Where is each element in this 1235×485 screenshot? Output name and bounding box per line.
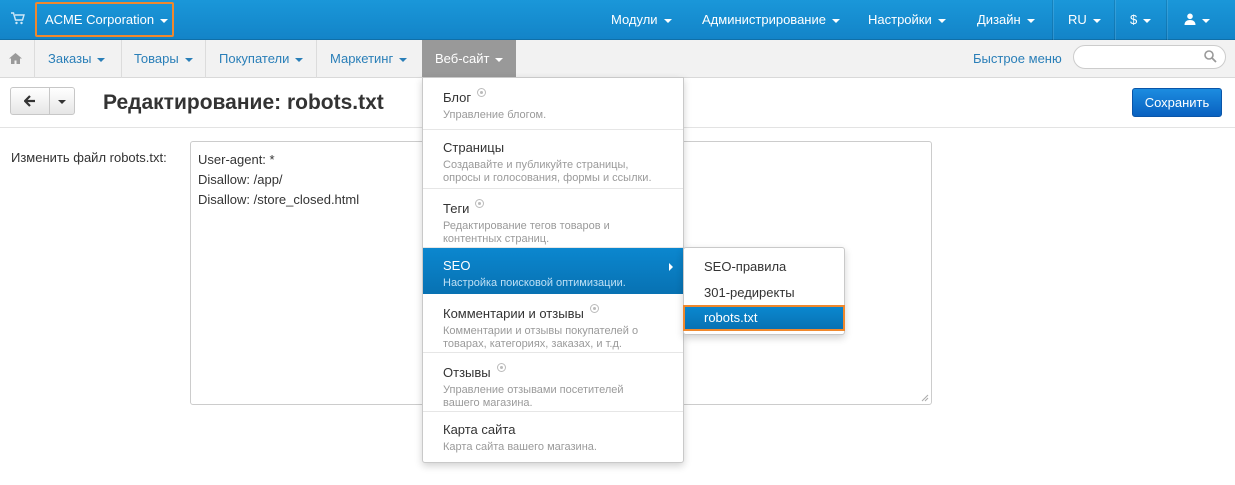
menu-item-title: Блог [443,90,472,105]
addon-icon [475,199,485,208]
chevron-down-icon [937,18,946,23]
chevron-down-icon [663,18,672,23]
menu-item-desc: Управление блогом. [443,109,547,121]
search-input[interactable] [1073,45,1226,69]
tab-products[interactable]: Товары [134,40,193,78]
chevron-down-icon [58,100,66,104]
chevron-down-icon [495,57,504,62]
menu-item-pages[interactable]: Страницы Создавайте и публикуйте страниц… [423,130,683,189]
nav-settings[interactable]: Настройки [868,0,946,40]
tab-website-label: Веб-сайт [435,51,490,66]
menu-item-title: Комментарии и отзывы [443,306,584,321]
home-icon[interactable] [9,53,22,64]
search-icon [1204,50,1217,63]
cart-icon[interactable] [11,12,25,25]
secondary-nav: Заказы Товары Покупатели Маркетинг Веб-с… [0,40,1235,78]
chevron-down-icon [160,18,169,23]
menu-item-title: Теги [443,201,470,216]
currency-selector[interactable]: $ [1130,0,1152,40]
submenu-item-robots[interactable]: robots.txt [683,305,845,331]
save-button[interactable]: Сохранить [1132,88,1222,117]
website-dropdown-menu: Блог Управление блогом. Страницы Создава… [422,77,684,463]
submenu-item-seo-rules[interactable]: SEO-правила [684,254,844,280]
tab-orders-label: Заказы [48,51,92,66]
chevron-down-icon [97,57,106,62]
menu-item-seo[interactable]: SEO Настройка поисковой оптимизации. [423,248,683,294]
tab-marketing-label: Маркетинг [330,51,394,66]
chevron-down-icon [1143,18,1152,23]
chevron-right-icon [669,263,673,271]
tab-customers-label: Покупатели [219,51,290,66]
user-icon [1184,13,1196,25]
back-dropdown-button[interactable] [49,87,75,115]
user-menu[interactable] [1184,0,1210,40]
menu-item-desc: Создавайте и публикуйте страницы, опросы… [443,159,652,184]
menu-item-desc: Редактирование тегов товаров и контентны… [443,220,610,245]
addon-icon [589,304,599,313]
addon-icon [496,363,506,372]
divider [121,40,122,78]
nav-modules[interactable]: Модули [611,0,672,40]
chevron-down-icon [399,57,408,62]
language-selector[interactable]: RU [1068,0,1101,40]
menu-item-blog[interactable]: Блог Управление блогом. [423,78,683,130]
nav-administration[interactable]: Администрирование [702,0,840,40]
menu-item-comments[interactable]: Комментарии и отзывы Комментарии и отзыв… [423,294,683,353]
chevron-down-icon [1092,18,1101,23]
language-label: RU [1068,12,1087,27]
chevron-down-icon [1026,18,1035,23]
menu-item-title: SEO [443,258,471,273]
menu-item-title: Отзывы [443,365,491,380]
resize-handle-icon[interactable] [921,394,929,402]
arrow-left-icon [24,95,35,107]
submenu-item-redirects[interactable]: 301-редиректы [684,280,844,306]
back-button[interactable] [10,87,50,115]
divider [316,40,317,78]
chevron-down-icon [831,18,840,23]
company-selector[interactable]: ACME Corporation [35,2,174,37]
tab-orders[interactable]: Заказы [48,40,106,78]
addon-icon [477,88,487,97]
menu-item-desc: Управление отзывами посетителей вашего м… [443,384,624,409]
chevron-down-icon [1202,18,1210,23]
nav-administration-label: Администрирование [702,12,826,27]
quick-menu-link[interactable]: Быстрое меню [973,40,1062,78]
tab-customers[interactable]: Покупатели [219,40,304,78]
menu-item-desc: Комментарии и отзывы покупателей о товар… [443,325,639,350]
currency-label: $ [1130,12,1138,27]
menu-item-sitemap[interactable]: Карта сайта Карта сайта вашего магазина. [423,412,683,462]
nav-modules-label: Модули [611,12,658,27]
seo-submenu: SEO-правила 301-редиректы robots.txt [683,247,845,335]
divider [1166,0,1167,40]
menu-item-title: Страницы [443,140,505,155]
tab-products-label: Товары [134,51,179,66]
divider [205,40,206,78]
page-title: Редактирование: robots.txt [103,91,384,114]
menu-item-tags[interactable]: Теги Редактирование тегов товаров и конт… [423,189,683,248]
top-bar: ACME Corporation Модули Администрировани… [0,0,1235,40]
company-name: ACME Corporation [45,12,155,27]
robots-field-label: Изменить файл robots.txt: [11,150,167,165]
divider [34,40,35,78]
nav-design-label: Дизайн [977,12,1021,27]
menu-item-reviews[interactable]: Отзывы Управление отзывами посетителей в… [423,353,683,412]
tab-website[interactable]: Веб-сайт [422,40,517,78]
divider [1052,0,1053,40]
menu-item-desc: Карта сайта вашего магазина. [443,441,597,453]
chevron-down-icon [184,57,193,62]
menu-item-desc: Настройка поисковой оптимизации. [443,277,626,289]
tab-marketing[interactable]: Маркетинг [330,40,408,78]
menu-item-title: Карта сайта [443,422,516,437]
nav-design[interactable]: Дизайн [977,0,1035,40]
nav-settings-label: Настройки [868,12,932,27]
chevron-down-icon [295,57,304,62]
divider [1114,0,1115,40]
